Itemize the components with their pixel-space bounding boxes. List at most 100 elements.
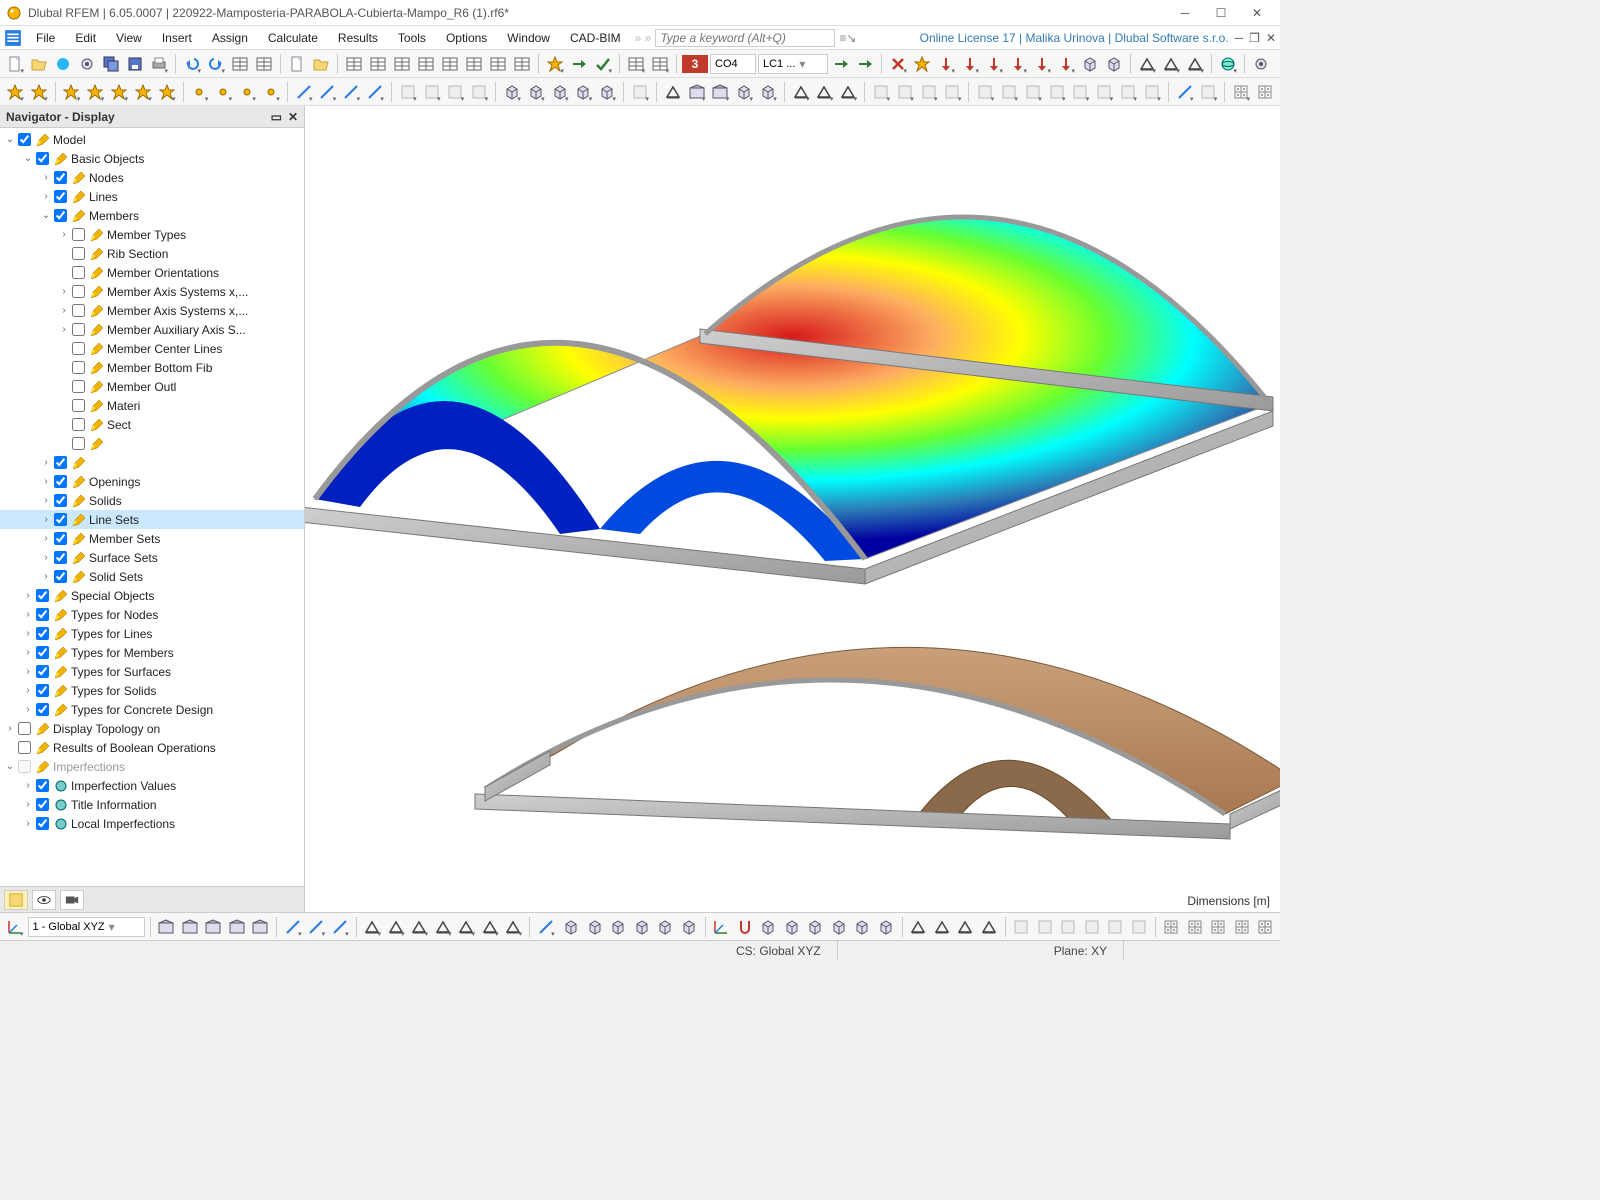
clip-2[interactable] xyxy=(409,916,431,938)
tree-checkbox[interactable] xyxy=(18,741,31,754)
show-support-0[interactable] xyxy=(908,916,930,938)
tree-toggle-icon[interactable]: › xyxy=(58,305,70,316)
tree-item[interactable]: ›Member Types xyxy=(0,225,304,244)
display-opt-1[interactable] xyxy=(781,916,803,938)
grid-settings[interactable] xyxy=(1254,81,1276,103)
misc-6[interactable] xyxy=(1117,81,1139,103)
filter-3[interactable] xyxy=(1081,916,1103,938)
menu-tools[interactable]: Tools xyxy=(388,29,436,47)
tree-checkbox[interactable] xyxy=(36,646,49,659)
clip-5[interactable] xyxy=(479,916,501,938)
co-combo[interactable]: CO4 xyxy=(710,54,756,74)
tree-checkbox[interactable] xyxy=(54,190,67,203)
tree-item[interactable]: Member Bottom Fib xyxy=(0,358,304,377)
solid-op-0[interactable] xyxy=(870,81,892,103)
edit-surface-3[interactable] xyxy=(572,81,594,103)
ucs-button[interactable] xyxy=(4,916,26,938)
tree-item[interactable]: ›Member Axis Systems x,... xyxy=(0,301,304,320)
tree-checkbox[interactable] xyxy=(72,361,85,374)
result-nav1[interactable] xyxy=(625,53,647,75)
tree-toggle-icon[interactable]: › xyxy=(40,476,52,487)
tree-item[interactable]: ›Member Axis Systems x,... xyxy=(0,282,304,301)
tree-checkbox[interactable] xyxy=(72,380,85,393)
misc-1[interactable] xyxy=(998,81,1020,103)
tree-toggle-icon[interactable]: › xyxy=(22,685,34,696)
tree-toggle-icon[interactable]: › xyxy=(22,647,34,658)
render-mode-2[interactable] xyxy=(608,916,630,938)
render-mode-5[interactable] xyxy=(678,916,700,938)
tree-item[interactable]: ›Solid Sets xyxy=(0,567,304,586)
nav-tab-camera[interactable] xyxy=(60,890,84,910)
show-support-2[interactable] xyxy=(955,916,977,938)
mdi-minimize-icon[interactable]: ─ xyxy=(1235,31,1244,45)
menu-view[interactable]: View xyxy=(106,29,152,47)
tree-toggle-icon[interactable]: › xyxy=(40,552,52,563)
hinge-1[interactable] xyxy=(814,81,836,103)
menu-results[interactable]: Results xyxy=(328,29,388,47)
tree-checkbox[interactable] xyxy=(54,456,67,469)
show-support-1[interactable] xyxy=(931,916,953,938)
tree-item[interactable]: Member Orientations xyxy=(0,263,304,282)
edit-node-2[interactable] xyxy=(236,81,258,103)
keyword-search[interactable] xyxy=(655,29,835,47)
edit-line-0[interactable] xyxy=(293,81,315,103)
save-all-button[interactable] xyxy=(100,53,122,75)
tree-checkbox[interactable] xyxy=(54,494,67,507)
tree-item[interactable]: ›Local Imperfections xyxy=(0,814,304,833)
table-btn2[interactable] xyxy=(367,53,389,75)
solid-op-3[interactable] xyxy=(942,81,964,103)
draw-0[interactable] xyxy=(61,81,83,103)
tree-toggle-icon[interactable]: › xyxy=(40,495,52,506)
nav-tab-display[interactable] xyxy=(4,890,28,910)
lc-combo[interactable]: LC1 ... ▾ xyxy=(758,54,828,74)
tree-checkbox[interactable] xyxy=(18,133,31,146)
table-btn4[interactable] xyxy=(415,53,437,75)
tree-item[interactable]: ⌄Model xyxy=(0,130,304,149)
table-nav-button[interactable] xyxy=(343,53,365,75)
navigator-tree[interactable]: ⌄Model⌄Basic Objects›Nodes›Lines⌄Members… xyxy=(0,128,304,886)
menu-assign[interactable]: Assign xyxy=(202,29,258,47)
tree-toggle-icon[interactable]: › xyxy=(22,666,34,677)
tree-checkbox[interactable] xyxy=(54,570,67,583)
tree-checkbox[interactable] xyxy=(36,627,49,640)
tree-checkbox[interactable] xyxy=(36,152,49,165)
mdi-close-icon[interactable]: ✕ xyxy=(1266,31,1276,45)
save-button[interactable] xyxy=(124,53,146,75)
tree-toggle-icon[interactable]: › xyxy=(58,324,70,335)
tree-checkbox[interactable] xyxy=(36,684,49,697)
tree-checkbox[interactable] xyxy=(36,703,49,716)
load-solid2-button[interactable] xyxy=(1103,53,1125,75)
show-results-button[interactable] xyxy=(1217,53,1239,75)
tree-toggle-icon[interactable]: › xyxy=(40,571,52,582)
edit-line-3[interactable] xyxy=(364,81,386,103)
tree-checkbox[interactable] xyxy=(72,266,85,279)
tree-checkbox[interactable] xyxy=(72,437,85,450)
menu-edit[interactable]: Edit xyxy=(65,29,106,47)
display-opt-0[interactable] xyxy=(758,916,780,938)
spacer[interactable] xyxy=(629,81,651,103)
filter-1[interactable] xyxy=(1034,916,1056,938)
draw-2[interactable] xyxy=(108,81,130,103)
navigator-pin-icon[interactable]: ▭ xyxy=(271,110,282,124)
tree-checkbox[interactable] xyxy=(72,399,85,412)
tree-toggle-icon[interactable]: ⌄ xyxy=(22,153,34,164)
view-3d[interactable] xyxy=(733,81,755,103)
tree-item[interactable]: Materi xyxy=(0,396,304,415)
load-type-2[interactable] xyxy=(983,53,1005,75)
snap-toggle[interactable] xyxy=(734,916,756,938)
tree-toggle-icon[interactable]: › xyxy=(22,628,34,639)
snap-opt-0[interactable] xyxy=(1161,916,1183,938)
tree-item[interactable] xyxy=(0,434,304,453)
tree-checkbox[interactable] xyxy=(72,342,85,355)
plugin-button[interactable] xyxy=(310,53,332,75)
tree-checkbox[interactable] xyxy=(72,323,85,336)
snap-opt-1[interactable] xyxy=(1184,916,1206,938)
tree-checkbox[interactable] xyxy=(54,475,67,488)
tree-item[interactable]: ›Types for Solids xyxy=(0,681,304,700)
tree-toggle-icon[interactable]: › xyxy=(40,533,52,544)
axes-toggle[interactable] xyxy=(711,916,733,938)
tree-item[interactable]: ›Solids xyxy=(0,491,304,510)
tree-toggle-icon[interactable]: › xyxy=(58,286,70,297)
load-type-4[interactable] xyxy=(1031,53,1053,75)
view-support[interactable] xyxy=(662,81,684,103)
